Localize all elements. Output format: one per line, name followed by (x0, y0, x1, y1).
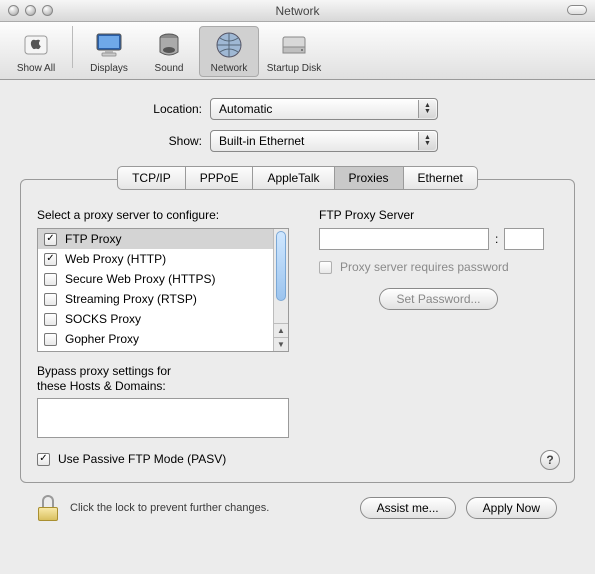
proxies-panel: Select a proxy server to configure: FTP … (20, 179, 575, 483)
location-row: Location: Automatic ▲▼ (20, 98, 575, 120)
toolbar-displays[interactable]: Displays (79, 26, 139, 77)
assist-me-button[interactable]: Assist me... (360, 497, 456, 519)
toolbar-label: Startup Disk (267, 63, 321, 74)
toolbar-label: Show All (17, 63, 55, 74)
bypass-label-line1: Bypass proxy settings for (37, 364, 171, 378)
list-item-gopher-proxy[interactable]: Gopher Proxy (38, 329, 273, 349)
proxy-list-content: FTP Proxy Web Proxy (HTTP) Secure Web Pr… (38, 229, 273, 351)
apply-now-button[interactable]: Apply Now (466, 497, 557, 519)
location-popup[interactable]: Automatic ▲▼ (210, 98, 438, 120)
list-item-label: Secure Web Proxy (HTTPS) (65, 272, 215, 286)
toolbar-sound[interactable]: Sound (139, 26, 199, 77)
toolbar-show-all[interactable]: Show All (6, 26, 66, 77)
proxy-port-field[interactable] (504, 228, 544, 250)
scrollbar-thumb[interactable] (276, 231, 286, 301)
tab-bar: TCP/IP PPPoE AppleTalk Proxies Ethernet (20, 166, 575, 190)
lock-icon[interactable] (38, 495, 60, 521)
checkbox[interactable] (44, 293, 57, 306)
proxy-right-column: FTP Proxy Server : Proxy server requires… (319, 208, 558, 466)
preference-body: Location: Automatic ▲▼ Show: Built-in Et… (0, 80, 595, 531)
checkbox[interactable] (44, 313, 57, 326)
list-item-ftp-proxy[interactable]: FTP Proxy (38, 229, 273, 249)
show-popup[interactable]: Built-in Ethernet ▲▼ (210, 130, 438, 152)
proxy-left-column: Select a proxy server to configure: FTP … (37, 208, 289, 466)
toolbar-separator (72, 26, 73, 68)
toolbar-label: Network (211, 63, 248, 74)
list-item-label: Web Proxy (HTTP) (65, 252, 166, 266)
tab-appletalk[interactable]: AppleTalk (252, 166, 333, 190)
chevron-updown-icon: ▲▼ (418, 132, 436, 150)
set-password-button[interactable]: Set Password... (379, 288, 497, 310)
scrollbar[interactable]: ▲ ▼ (273, 229, 288, 351)
tab-proxies[interactable]: Proxies (334, 166, 403, 190)
scroll-down-icon[interactable]: ▼ (274, 338, 288, 351)
toolbar-startup-disk[interactable]: Startup Disk (259, 26, 329, 77)
checkbox[interactable] (44, 333, 57, 346)
proxy-listbox: FTP Proxy Web Proxy (HTTP) Secure Web Pr… (37, 228, 289, 352)
tab-ethernet[interactable]: Ethernet (403, 166, 478, 190)
tab-tcpip[interactable]: TCP/IP (117, 166, 185, 190)
select-proxy-label: Select a proxy server to configure: (37, 208, 289, 222)
proxy-server-label: FTP Proxy Server (319, 208, 558, 222)
titlebar: Network (0, 0, 595, 22)
list-item-web-proxy[interactable]: Web Proxy (HTTP) (38, 249, 273, 269)
scroll-up-icon[interactable]: ▲ (274, 324, 288, 338)
toolbar-label: Displays (90, 63, 128, 74)
proxy-host-field[interactable] (319, 228, 489, 250)
bypass-hosts-field[interactable] (37, 398, 289, 438)
toolbar-label: Sound (155, 63, 184, 74)
lock-hint-text: Click the lock to prevent further change… (70, 502, 360, 514)
checkbox[interactable] (44, 233, 57, 246)
list-item-secure-web-proxy[interactable]: Secure Web Proxy (HTTPS) (38, 269, 273, 289)
display-icon (91, 29, 127, 61)
requires-password-checkbox[interactable] (319, 261, 332, 274)
show-label: Show: (20, 134, 210, 148)
requires-password-row: Proxy server requires password (319, 260, 558, 274)
list-item-label: FTP Proxy (65, 232, 121, 246)
requires-password-label: Proxy server requires password (340, 260, 509, 274)
passive-ftp-row: Use Passive FTP Mode (PASV) (37, 452, 289, 466)
globe-icon (211, 29, 247, 61)
passive-ftp-label: Use Passive FTP Mode (PASV) (58, 452, 226, 466)
list-item-socks-proxy[interactable]: SOCKS Proxy (38, 309, 273, 329)
list-item-streaming-proxy[interactable]: Streaming Proxy (RTSP) (38, 289, 273, 309)
footer: Click the lock to prevent further change… (20, 483, 575, 521)
checkbox[interactable] (44, 253, 57, 266)
toolbar-toggle-button[interactable] (567, 5, 587, 15)
location-value: Automatic (219, 102, 272, 116)
list-item-label: SOCKS Proxy (65, 312, 141, 326)
checkbox[interactable] (44, 273, 57, 286)
window-title: Network (0, 4, 595, 18)
tab-pppoe[interactable]: PPPoE (185, 166, 253, 190)
chevron-updown-icon: ▲▼ (418, 100, 436, 118)
bypass-label-line2: these Hosts & Domains: (37, 379, 166, 393)
passive-ftp-checkbox[interactable] (37, 453, 50, 466)
toolbar: Show All Displays Sound Network Startup … (0, 22, 595, 80)
footer-buttons: Assist me... Apply Now (360, 497, 557, 519)
show-row: Show: Built-in Ethernet ▲▼ (20, 130, 575, 152)
scrollbar-arrows: ▲ ▼ (274, 323, 288, 351)
location-label: Location: (20, 102, 210, 116)
toolbar-network[interactable]: Network (199, 26, 259, 77)
bypass-label: Bypass proxy settings for these Hosts & … (37, 364, 289, 394)
apple-icon (18, 29, 54, 61)
drive-icon (276, 29, 312, 61)
speaker-icon (151, 29, 187, 61)
proxy-host-port-row: : (319, 228, 558, 250)
host-port-separator: : (495, 232, 498, 246)
show-value: Built-in Ethernet (219, 134, 304, 148)
help-button[interactable]: ? (540, 450, 560, 470)
list-item-label: Gopher Proxy (65, 332, 139, 346)
list-item-label: Streaming Proxy (RTSP) (65, 292, 197, 306)
